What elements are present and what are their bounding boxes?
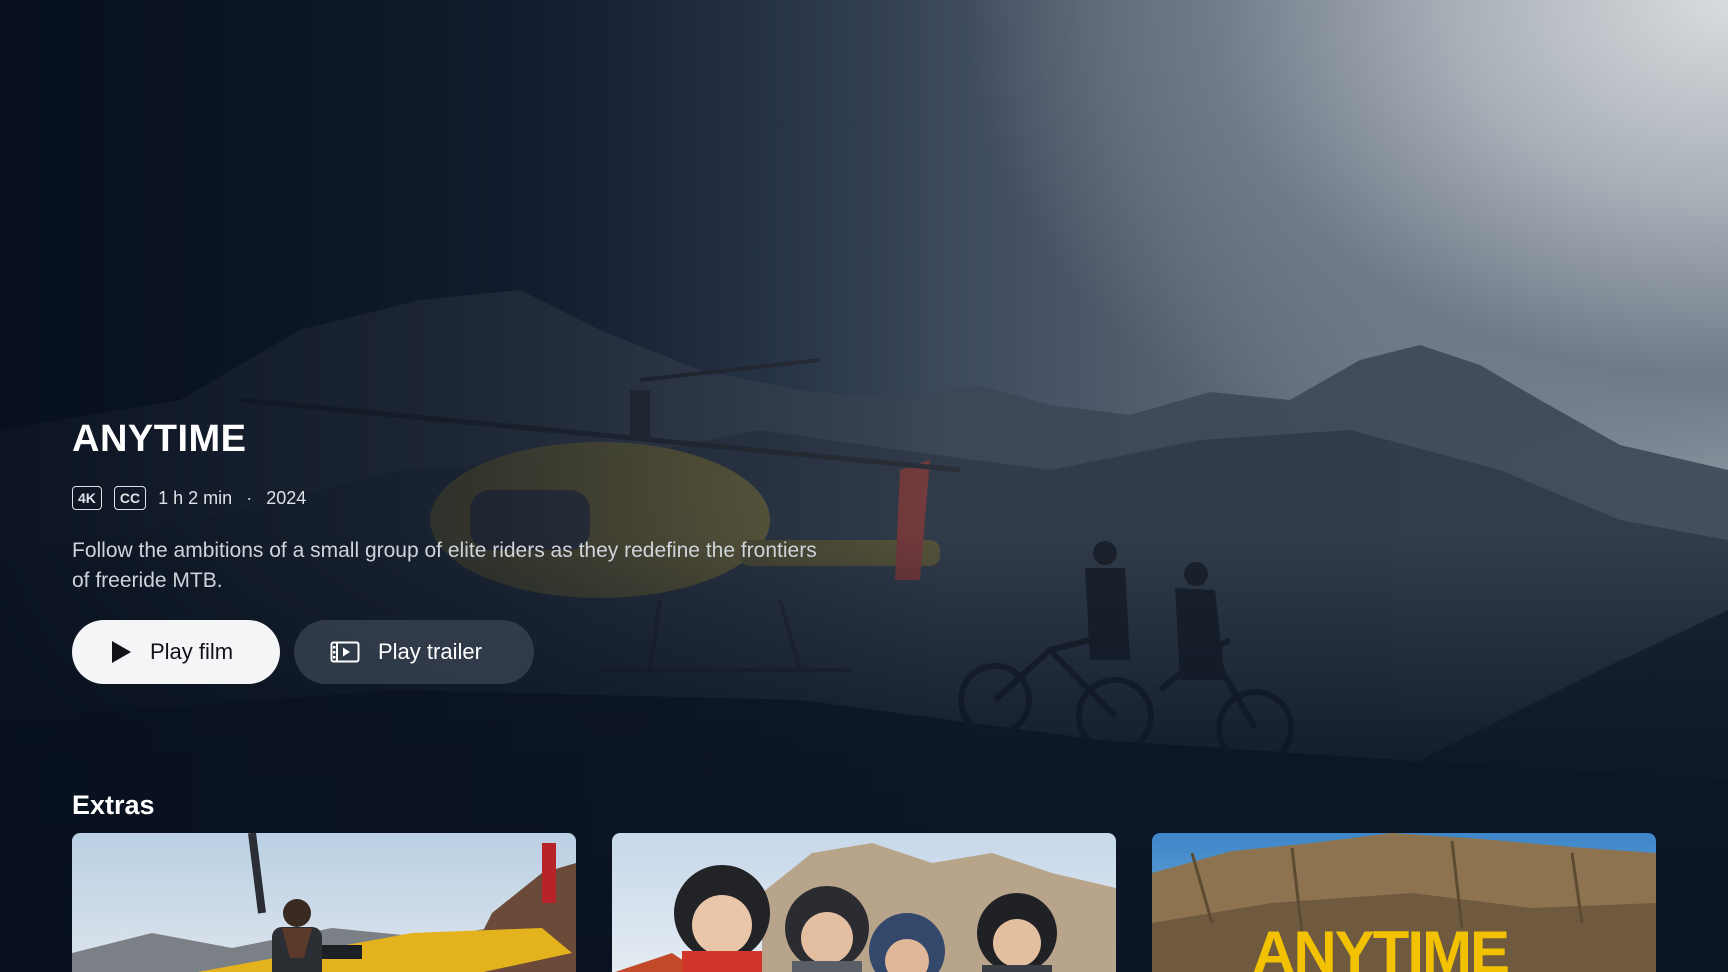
extras-card[interactable]	[612, 833, 1116, 972]
cc-badge: CC	[113, 486, 147, 510]
extras-thumbnail	[612, 833, 1116, 972]
extras-thumbnail	[72, 833, 576, 972]
film-detail-screen: ANYTIME 4K CC 1 h 2 min · 2024 Follow th…	[0, 0, 1728, 972]
film-description: Follow the ambitions of a small group of…	[72, 539, 817, 592]
play-film-label: Play film	[150, 639, 234, 664]
film-duration: 1 h 2 min	[158, 487, 233, 508]
extras-row: ANYTIME	[72, 833, 1656, 972]
play-icon	[110, 640, 132, 664]
extras-title-card-text: ANYTIME	[1252, 919, 1510, 972]
4k-badge: 4K	[72, 486, 102, 510]
film-title: ANYTIME	[72, 418, 247, 460]
play-trailer-label: Play trailer	[378, 639, 482, 664]
extras-card[interactable]	[72, 833, 576, 972]
extras-heading: Extras	[72, 790, 155, 820]
film-icon	[330, 641, 360, 663]
film-meta: 4K CC 1 h 2 min · 2024	[72, 486, 306, 510]
meta-separator: ·	[246, 487, 253, 508]
play-film-button[interactable]: Play film	[72, 620, 280, 684]
play-trailer-button[interactable]: Play trailer	[294, 620, 534, 684]
film-year: 2024	[266, 487, 307, 508]
